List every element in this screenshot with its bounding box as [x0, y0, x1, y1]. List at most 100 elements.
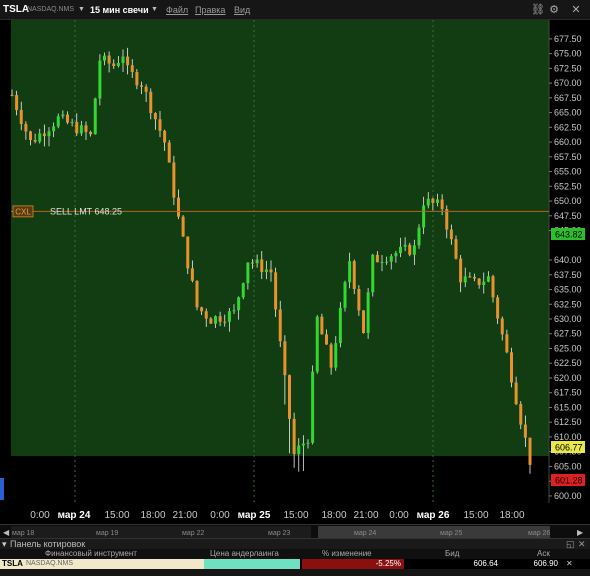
candle-body [89, 131, 93, 135]
candle-body [255, 259, 259, 264]
price-tick-label: 677.50 [554, 34, 582, 44]
candle-body [149, 91, 153, 114]
candle-body [334, 343, 338, 368]
col-change-pct[interactable]: % изменение [322, 549, 372, 559]
navigator-date-label: мар 18 [12, 530, 34, 537]
candle-body [223, 321, 227, 323]
candle-body [232, 310, 236, 312]
ask-price-text: 601.28 [555, 476, 583, 486]
time-axis-label: 18:00 [321, 510, 346, 521]
candle-body [338, 307, 342, 344]
navigator-left-arrow[interactable]: ◀ [3, 528, 10, 537]
exchange-dropdown-icon[interactable]: ▼ [78, 0, 85, 20]
row-exchange: NASDAQ.NMS [26, 560, 74, 567]
candle-body [56, 116, 60, 127]
candle-body [200, 307, 204, 312]
candle-body [459, 258, 463, 283]
navigator-thumb[interactable] [318, 526, 550, 538]
ask-price-tag: 601.28 [551, 474, 585, 486]
candle-body [375, 254, 379, 263]
candle-body [84, 125, 88, 132]
time-axis-label: 18:00 [140, 510, 165, 521]
candle-body [135, 72, 139, 86]
price-tick-label: 617.50 [554, 388, 582, 398]
candle-body [218, 316, 222, 322]
candle-body [42, 133, 46, 137]
candle-body [519, 404, 523, 425]
candle-body [422, 205, 426, 228]
row-bid: 606.64 [473, 559, 498, 568]
candle-body [186, 236, 190, 269]
candle-body [431, 198, 435, 203]
price-tick-label: 600.00 [554, 491, 582, 501]
price-tick-label: 647.50 [554, 211, 582, 221]
candle-body [195, 280, 199, 308]
candle-body [399, 246, 402, 254]
last-price-text: 643.82 [555, 230, 583, 240]
exchange-label[interactable]: NASDAQ.NMS [27, 0, 74, 20]
candle-body [514, 382, 518, 405]
price-tick-label: 657.50 [554, 152, 582, 162]
chart-plot-area[interactable] [11, 20, 549, 456]
candle-body [362, 310, 365, 333]
candle-body [468, 276, 472, 278]
candle-body [33, 140, 37, 142]
candle-body [301, 443, 305, 446]
row-symbol: TSLA [2, 559, 23, 568]
candle-body [158, 119, 162, 131]
close-icon[interactable]: ✕ [570, 4, 582, 16]
menu-file[interactable]: Файл [166, 0, 188, 20]
price-tick-label: 660.00 [554, 137, 582, 147]
period-selector[interactable]: 15 мин свечи [90, 0, 149, 20]
time-axis-label: 0:00 [210, 510, 230, 521]
candle-body [343, 282, 347, 308]
row-remove-icon[interactable]: ✕ [566, 559, 573, 569]
bid-price-tag: 606.77 [551, 441, 585, 453]
candle-body [463, 276, 467, 283]
chart-navigator[interactable]: ◀ ▶ мар 18 мар 19 мар 22 мар 23 мар 24 мар 25… [0, 524, 590, 538]
candle-body [19, 110, 23, 124]
candle-body [436, 199, 439, 203]
price-axis[interactable]: 677.50 675.00 672.50 670.00 667.50 665.00 662.… [549, 34, 582, 501]
col-bid[interactable]: Бид [445, 549, 459, 559]
period-dropdown-icon[interactable]: ▼ [151, 0, 158, 20]
candle-body [70, 122, 74, 124]
candle-body [251, 262, 254, 264]
candle-body [10, 94, 14, 96]
menu-edit[interactable]: Правка [195, 0, 225, 20]
symbol-label[interactable]: TSLA [3, 0, 29, 20]
candle-body [214, 316, 217, 324]
candle-body [112, 63, 116, 67]
menu-view[interactable]: Вид [234, 0, 250, 20]
link-icon[interactable]: ⛓ [531, 4, 545, 16]
candle-body [454, 239, 458, 259]
settings-icon[interactable]: ⚙ [548, 4, 560, 16]
time-axis-label: 0:00 [30, 510, 50, 521]
col-instrument[interactable]: Финансовый инструмент [45, 549, 137, 559]
order-cancel-label: CXL [15, 207, 31, 216]
navigator-date-label: мар 22 [182, 530, 204, 537]
price-chart[interactable]: CXL SELL LMT 648.25 677.50675.00672.5067… [0, 20, 590, 524]
price-tick-label: 625.00 [554, 343, 582, 353]
candle-body [473, 276, 476, 279]
col-ask[interactable]: Аск [537, 549, 550, 559]
row-underlying [204, 559, 300, 569]
price-tick-label: 630.00 [554, 314, 582, 324]
candle-body [153, 113, 157, 120]
candle-body [116, 62, 120, 67]
candle-body [440, 199, 444, 210]
candle-body [103, 55, 106, 61]
price-tick-label: 637.50 [554, 270, 582, 280]
candle-body [292, 418, 296, 454]
time-axis-label: мар 26 [417, 510, 450, 521]
candle-body [140, 85, 143, 87]
col-underlying-price[interactable]: Цена андерлаинга [210, 549, 279, 559]
candle-body [477, 278, 481, 285]
navigator-date-label: мар 24 [354, 530, 376, 537]
quote-row[interactable]: TSLA NASDAQ.NMS -5.25% 606.64 606.90 ✕ [0, 559, 590, 569]
candle-body [167, 142, 171, 163]
navigator-right-arrow[interactable]: ▶ [577, 528, 584, 537]
price-tick-label: 665.00 [554, 108, 582, 118]
candle-body [505, 334, 509, 353]
row-ask: 606.90 [533, 559, 558, 568]
